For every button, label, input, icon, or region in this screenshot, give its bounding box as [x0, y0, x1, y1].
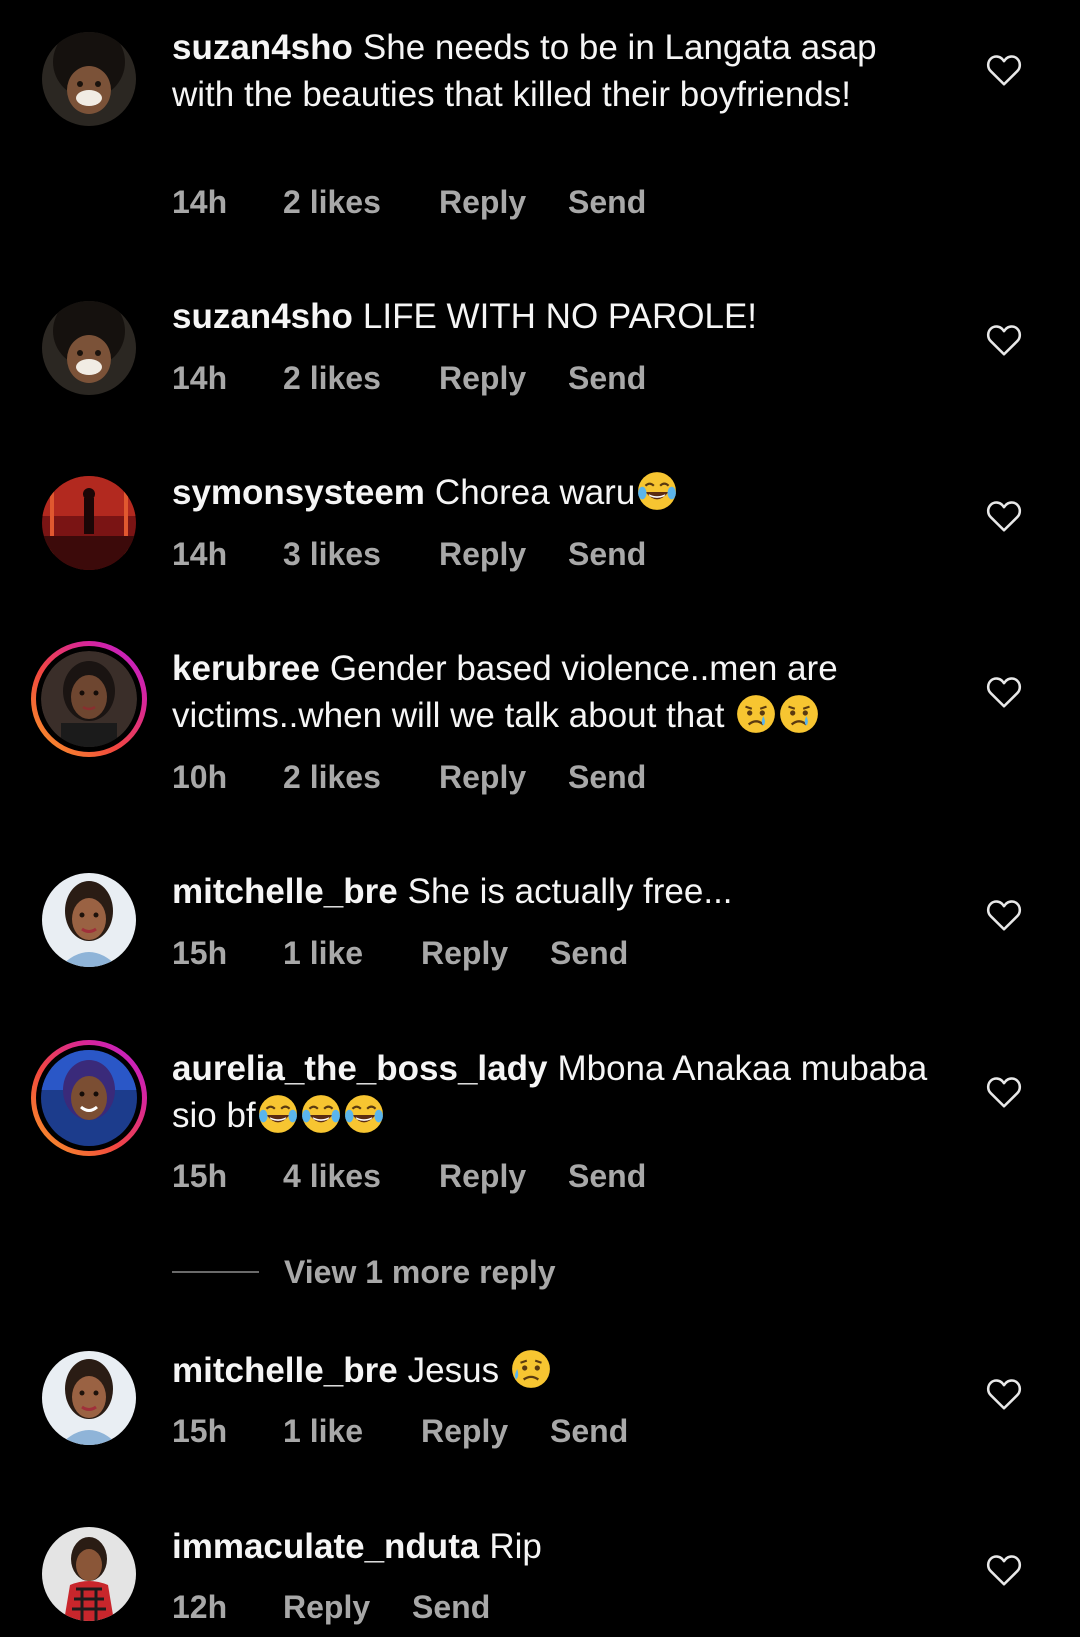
child-avatar-icon [42, 32, 136, 126]
comment-username[interactable]: immaculate_nduta [172, 1527, 479, 1566]
comment-body: aurelia_the_boss_lady Mbona Anakaa mubaba… [172, 1045, 932, 1139]
child-avatar-icon [42, 301, 136, 395]
comment-username[interactable]: mitchelle_bre [172, 872, 398, 911]
send-button[interactable]: Send [568, 1156, 646, 1196]
heart-outline-icon[interactable] [986, 1553, 1022, 1587]
comment-body: mitchelle_bre Jesus [172, 1347, 932, 1394]
comment-time: 15h [172, 1413, 228, 1449]
woman-avatar-icon [42, 1351, 136, 1445]
crying-face-emoji [780, 695, 819, 733]
reply-button[interactable]: Reply [439, 1156, 526, 1196]
reply-button[interactable]: Reply [421, 1411, 508, 1451]
reply-button[interactable]: Reply [439, 358, 526, 398]
avatar[interactable] [42, 873, 136, 967]
comment-username[interactable]: suzan4sho [172, 297, 353, 336]
comment-body: immaculate_nduta Rip [172, 1523, 932, 1570]
reply-button[interactable]: Reply [421, 933, 508, 973]
send-button[interactable]: Send [550, 1411, 628, 1451]
comment-likes[interactable]: 2 likes [283, 358, 381, 398]
comment-text: Chorea waru [434, 473, 636, 512]
comment-likes[interactable]: 3 likes [283, 534, 381, 574]
face-with-tears-of-joy-emoji [258, 1095, 297, 1133]
comment-body: kerubree Gender based violence..men are v… [172, 645, 932, 739]
comment-likes[interactable]: 1 like [283, 933, 363, 973]
reply-button[interactable]: Reply [439, 534, 526, 574]
comment-username[interactable]: aurelia_the_boss_lady [172, 1049, 547, 1088]
send-button[interactable]: Send [568, 182, 646, 222]
heart-outline-icon[interactable] [986, 323, 1022, 357]
comment-time: 15h [172, 1158, 228, 1194]
send-button[interactable]: Send [568, 757, 646, 797]
red-stage-avatar-icon [42, 476, 136, 570]
heart-outline-icon[interactable] [986, 675, 1022, 709]
crying-face-emoji [737, 695, 776, 733]
heart-outline-icon[interactable] [986, 1075, 1022, 1109]
view-more-replies-label: View 1 more reply [284, 1254, 556, 1290]
send-button[interactable]: Send [412, 1587, 490, 1627]
comment-likes[interactable]: 2 likes [283, 757, 381, 797]
comment-body: suzan4sho She needs to be in Langata asap… [172, 24, 932, 118]
woman-avatar-icon [42, 1527, 136, 1621]
avatar-story-ring[interactable] [31, 641, 147, 757]
send-button[interactable]: Send [568, 534, 646, 574]
comment-likes[interactable]: 2 likes [283, 182, 381, 222]
comment-body: mitchelle_bre She is actually free... [172, 868, 932, 915]
reply-button[interactable]: Reply [283, 1587, 370, 1627]
avatar[interactable] [42, 301, 136, 395]
comment-likes[interactable]: 1 like [283, 1411, 363, 1451]
woman-avatar-icon [41, 1050, 137, 1146]
avatar [36, 1045, 142, 1151]
send-button[interactable]: Send [568, 358, 646, 398]
avatar[interactable] [42, 1351, 136, 1445]
sad-but-relieved-face-emoji [511, 1350, 550, 1388]
reply-button[interactable]: Reply [439, 182, 526, 222]
comment-username[interactable]: symonsysteem [172, 473, 425, 512]
comment-time: 14h [172, 536, 228, 572]
comment-time: 12h [172, 1589, 228, 1625]
comment-text: She is actually free... [407, 872, 733, 911]
heart-outline-icon[interactable] [986, 1377, 1022, 1411]
comment-username[interactable]: suzan4sho [172, 28, 353, 67]
reply-thread-line [172, 1271, 259, 1273]
send-button[interactable]: Send [550, 933, 628, 973]
avatar [36, 646, 142, 752]
face-with-tears-of-joy-emoji [344, 1095, 383, 1133]
heart-outline-icon[interactable] [986, 898, 1022, 932]
comment-body: symonsysteem Chorea waru [172, 469, 932, 516]
heart-outline-icon[interactable] [986, 53, 1022, 87]
comment-time: 15h [172, 935, 228, 971]
woman-avatar-icon [42, 873, 136, 967]
comment-text: Jesus [407, 1351, 500, 1390]
avatar[interactable] [42, 32, 136, 126]
face-with-tears-of-joy-emoji [638, 472, 677, 510]
comment-likes[interactable]: 4 likes [283, 1156, 381, 1196]
avatar-story-ring[interactable] [31, 1040, 147, 1156]
comment-text: Rip [489, 1527, 542, 1566]
avatar[interactable] [42, 476, 136, 570]
face-with-tears-of-joy-emoji [301, 1095, 340, 1133]
comment-time: 14h [172, 360, 228, 396]
reply-button[interactable]: Reply [439, 757, 526, 797]
heart-outline-icon[interactable] [986, 499, 1022, 533]
woman-avatar-icon [41, 651, 137, 747]
comment-username[interactable]: kerubree [172, 649, 320, 688]
avatar[interactable] [42, 1527, 136, 1621]
comment-text: LIFE WITH NO PAROLE! [362, 297, 758, 336]
comment-time: 10h [172, 759, 228, 795]
comment-body: suzan4sho LIFE WITH NO PAROLE! [172, 293, 932, 340]
comment-time: 14h [172, 184, 228, 220]
comment-username[interactable]: mitchelle_bre [172, 1351, 398, 1390]
